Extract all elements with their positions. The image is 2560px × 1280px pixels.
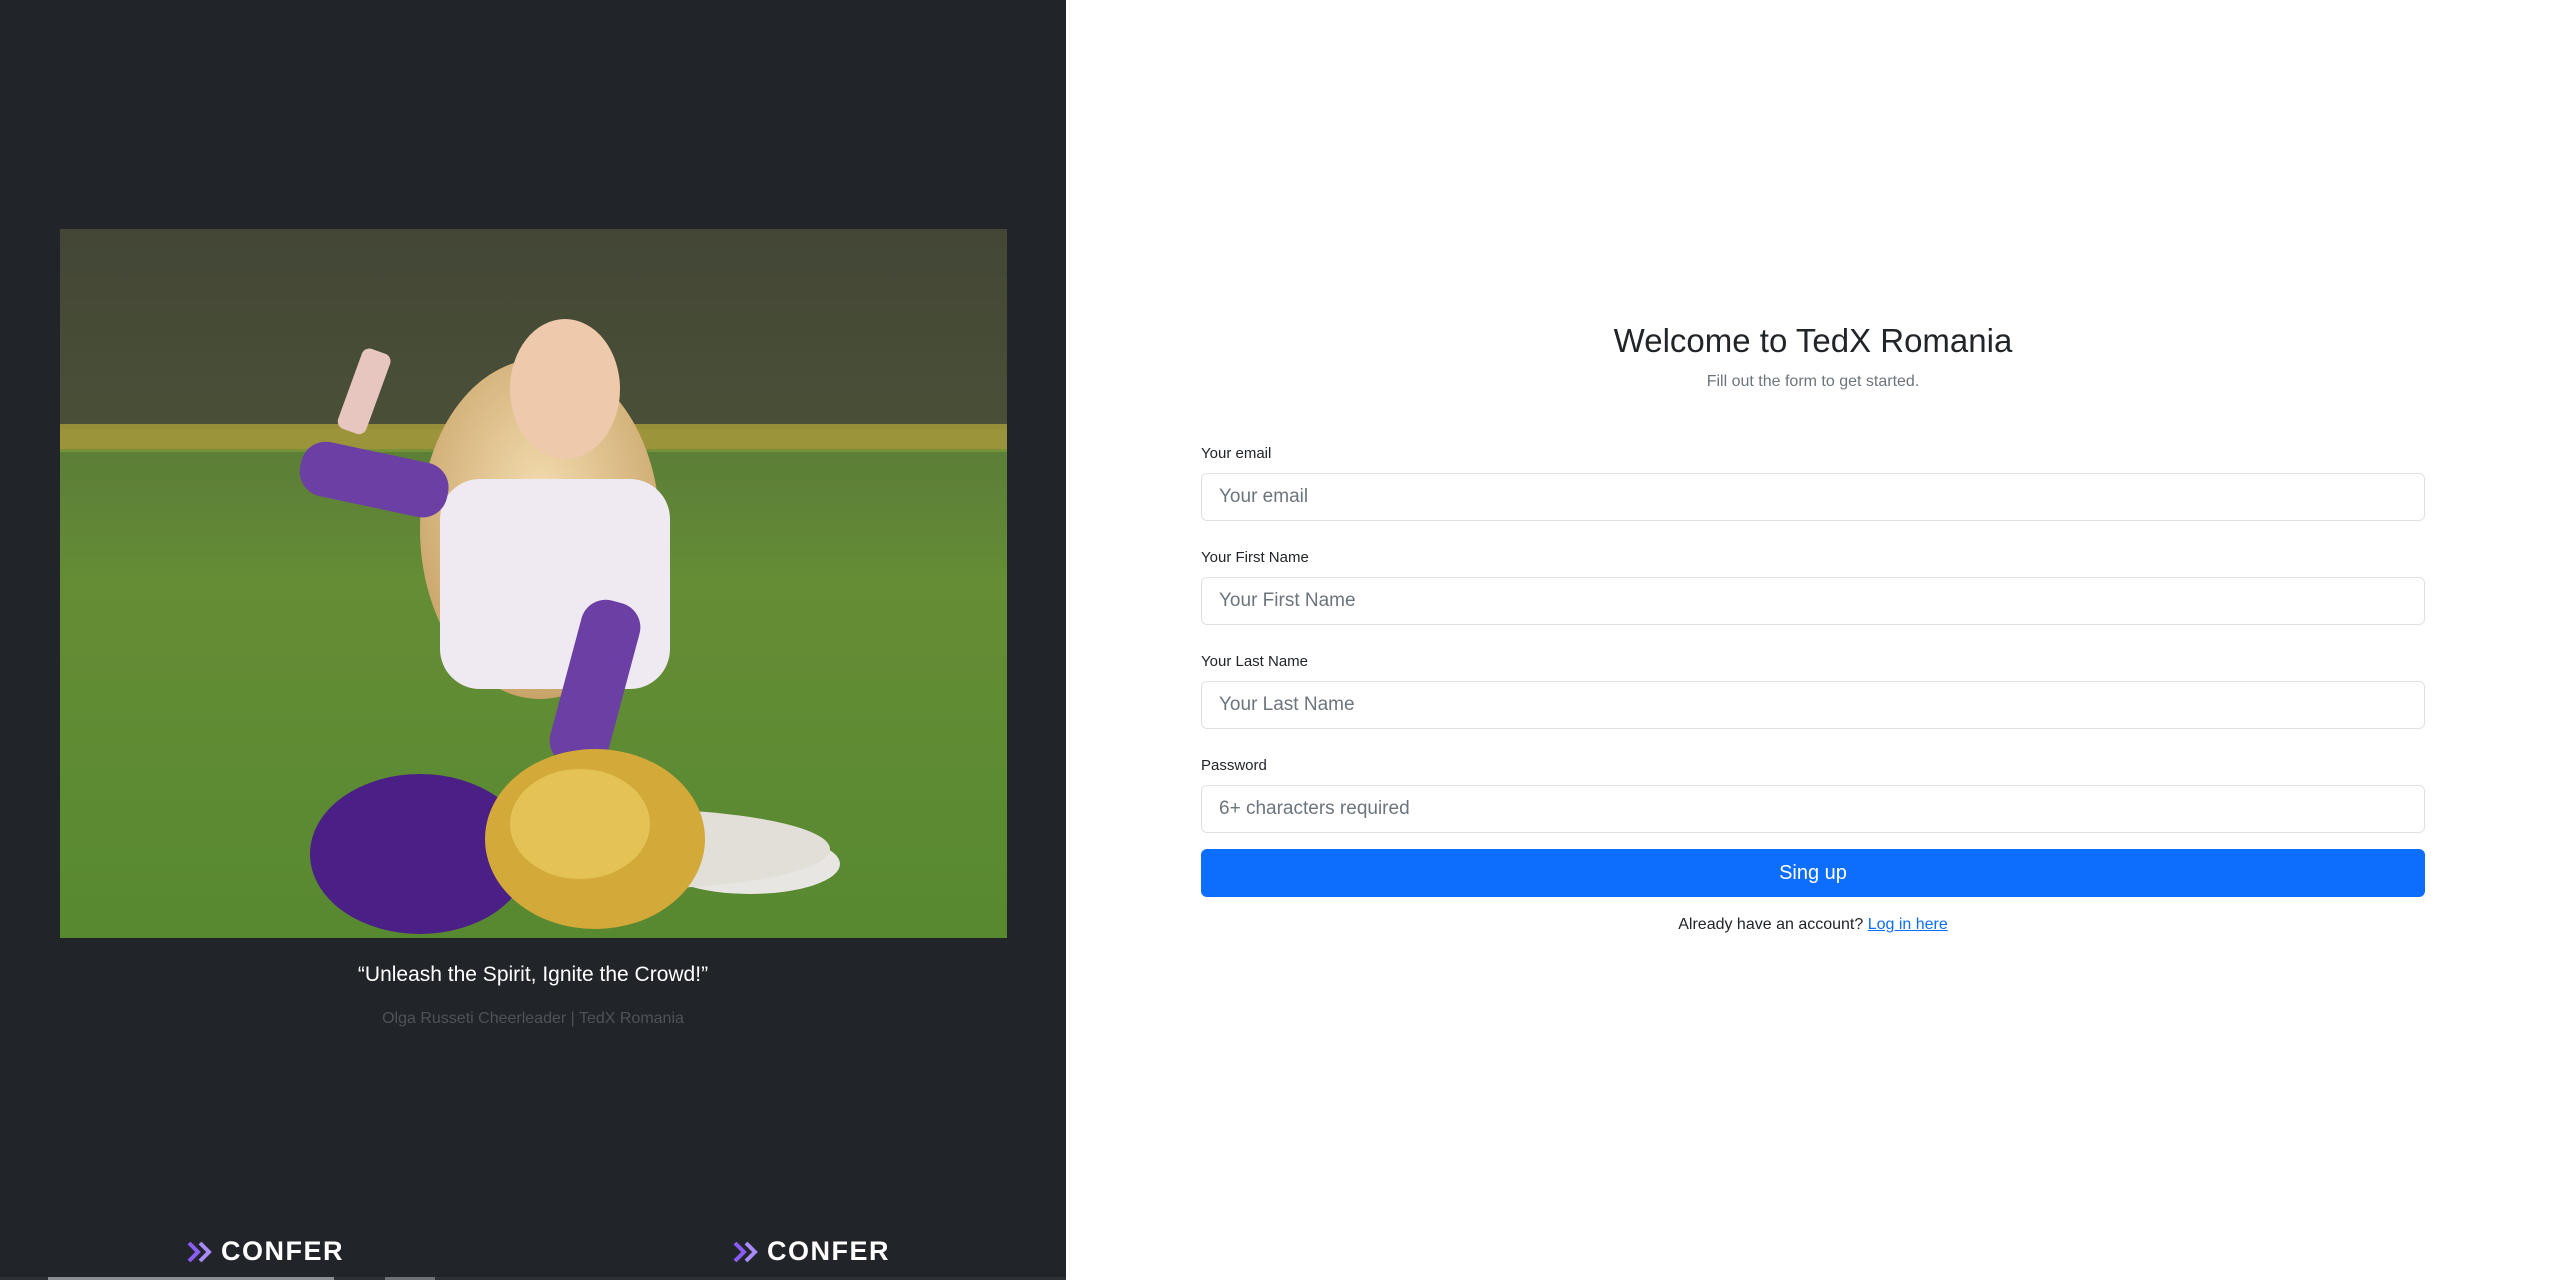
page-title: Welcome to TedX Romania	[1613, 322, 2013, 359]
logo-text: CONFER	[221, 1236, 344, 1266]
email-field[interactable]	[1201, 473, 2425, 521]
brand-logo-secondary[interactable]: CONFER	[733, 1236, 890, 1267]
last-name-label: Your Last Name	[1201, 653, 1309, 670]
page-subtitle: Fill out the form to get started.	[1706, 373, 1920, 390]
login-prompt-text: Already have an account?	[1678, 916, 1864, 933]
left-panel: “Unleash the Spirit, Ignite the Crowd!” …	[0, 0, 1066, 1280]
first-name-label: Your First Name	[1201, 549, 1309, 566]
password-label: Password	[1201, 757, 1267, 774]
signup-panel: Welcome to TedX Romania Fill out the for…	[1066, 0, 2560, 1280]
chevrons-icon	[733, 1241, 758, 1262]
signup-button[interactable]: Sing up	[1201, 849, 2425, 897]
login-prompt-row: Already have an account? Log in here	[1066, 916, 2560, 934]
chevrons-icon	[187, 1241, 212, 1262]
hero-quote: “Unleash the Spirit, Ignite the Crowd!”	[357, 963, 709, 986]
hero-photo	[60, 229, 1007, 938]
logo-text: CONFER	[767, 1236, 890, 1266]
login-link[interactable]: Log in here	[1868, 916, 1948, 933]
brand-logo[interactable]: CONFER	[187, 1236, 344, 1267]
email-label: Your email	[1201, 445, 1272, 462]
first-name-field[interactable]	[1201, 577, 2425, 625]
password-field[interactable]	[1201, 785, 2425, 833]
last-name-field[interactable]	[1201, 681, 2425, 729]
hero-credit: Olga Russeti Cheerleader | TedX Romania	[382, 1010, 684, 1027]
